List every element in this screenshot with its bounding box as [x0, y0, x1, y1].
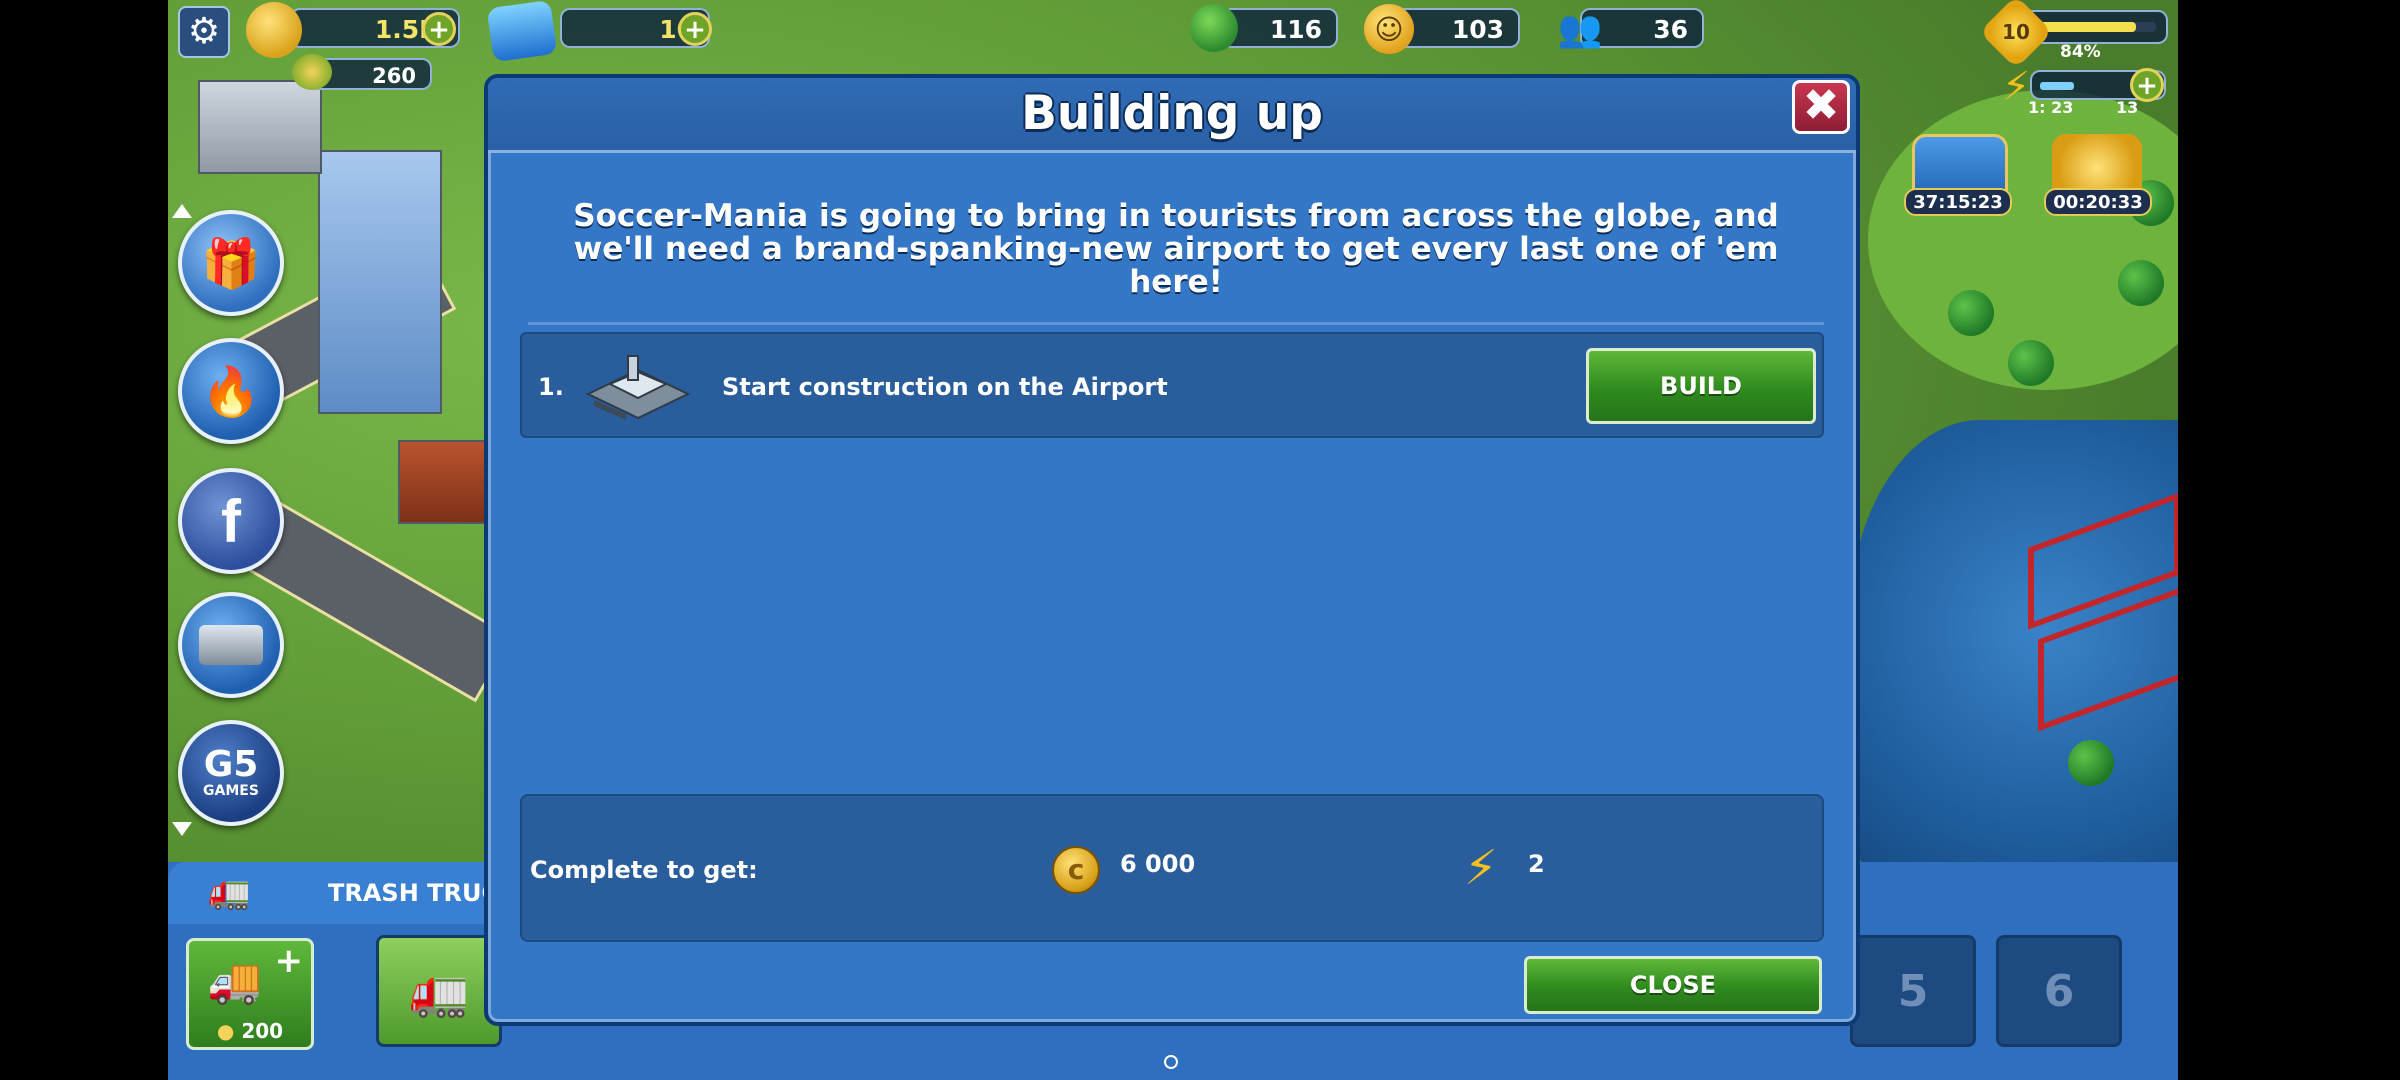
airport-building-icon: [580, 348, 696, 424]
add-truck-button[interactable]: 🚚 + ● 200: [186, 938, 314, 1050]
add-energy-button[interactable]: +: [2130, 68, 2164, 102]
cash-icon: [292, 54, 332, 90]
settings-gear-icon[interactable]: ⚙: [178, 6, 230, 58]
energy-count: 13: [2116, 98, 2139, 117]
energy-progress-fill: [2040, 82, 2074, 90]
chest-timer: 37:15:23: [1904, 188, 2012, 216]
gold-timer: 00:20:33: [2044, 188, 2152, 216]
diamond-icon: [486, 0, 558, 63]
dialog-description: Soccer-Mania is going to bring in touris…: [573, 198, 1779, 300]
task-row: 1. Start construction on the Airport BUI…: [520, 332, 1824, 438]
smiley-face-icon: ☺: [1364, 4, 1414, 54]
g5-games-label: GAMES: [203, 783, 259, 799]
reward-panel: Complete to get: c 6 000 ⚡ 2: [520, 794, 1824, 942]
truck-slot-6[interactable]: 6: [1996, 935, 2122, 1047]
coin-stack-icon: [246, 2, 302, 58]
fire-shield-icon: 🔥: [201, 363, 261, 420]
truck-plus-icon: 🚚: [207, 956, 262, 1007]
divider: [528, 322, 1824, 325]
airport-quest-button[interactable]: [178, 592, 284, 698]
energy-timer: 1: 23: [2028, 98, 2074, 117]
facebook-icon: f: [221, 487, 241, 555]
lightning-icon: ⚡: [1464, 840, 1498, 896]
green-counter: 116: [1222, 8, 1338, 48]
close-button[interactable]: CLOSE: [1524, 956, 1822, 1014]
level-percent: 84%: [2060, 42, 2101, 62]
cash-value: 260: [372, 64, 416, 88]
add-coins-button[interactable]: +: [422, 12, 456, 46]
tree-icon: [1190, 4, 1238, 52]
slot-number: 5: [1897, 965, 1929, 1017]
close-x-button[interactable]: ✖: [1792, 80, 1850, 134]
barn: [398, 440, 492, 524]
tree: [2068, 740, 2114, 786]
people-icon: 👥: [1557, 9, 1603, 50]
add-truck-price: ● 200: [189, 1019, 311, 1043]
level-value: 10: [2002, 20, 2030, 44]
happiness-value: 103: [1451, 15, 1504, 44]
dialog-title: Building up: [1021, 86, 1323, 141]
coin-icon: ●: [216, 1019, 235, 1043]
scroll-down-arrow-icon[interactable]: [172, 822, 192, 836]
tree: [2008, 340, 2054, 386]
gift-box-button[interactable]: 🎁: [178, 210, 284, 316]
gold-coin-icon: c: [1052, 846, 1100, 894]
g5-logo: G5: [203, 744, 259, 785]
gift-box-icon: 🎁: [201, 235, 261, 292]
factory: [198, 80, 322, 174]
reward-energy: 2: [1528, 850, 1545, 878]
slot-number: 6: [2043, 965, 2075, 1017]
tree: [1948, 290, 1994, 336]
green-value: 116: [1269, 15, 1322, 44]
scroll-up-arrow-icon[interactable]: [172, 204, 192, 218]
add-truck-price-value: 200: [241, 1019, 284, 1043]
reward-coins: 6 000: [1120, 850, 1196, 878]
reward-label: Complete to get:: [530, 856, 758, 884]
page-indicator-dot: [1164, 1055, 1178, 1069]
tree: [2118, 260, 2164, 306]
garbage-truck-icon: 🚛: [409, 963, 469, 1020]
add-gems-button[interactable]: +: [678, 12, 712, 46]
g5-games-button[interactable]: G5 GAMES: [178, 720, 284, 826]
category-tab[interactable]: 🚛 TRASH TRUCK: [168, 862, 518, 924]
fire-shield-button[interactable]: 🔥: [178, 338, 284, 444]
facebook-button[interactable]: f: [178, 468, 284, 574]
build-button[interactable]: BUILD: [1586, 348, 1816, 424]
task-description: Start construction on the Airport: [722, 373, 1168, 401]
office-tower: [318, 150, 442, 414]
truck-slot-5[interactable]: 5: [1850, 935, 1976, 1047]
task-number: 1.: [538, 373, 564, 401]
plus-icon: +: [274, 941, 304, 981]
population-value: 36: [1653, 15, 1688, 44]
trash-truck-icon: 🚛: [208, 872, 251, 912]
airport-icon: [199, 625, 263, 665]
